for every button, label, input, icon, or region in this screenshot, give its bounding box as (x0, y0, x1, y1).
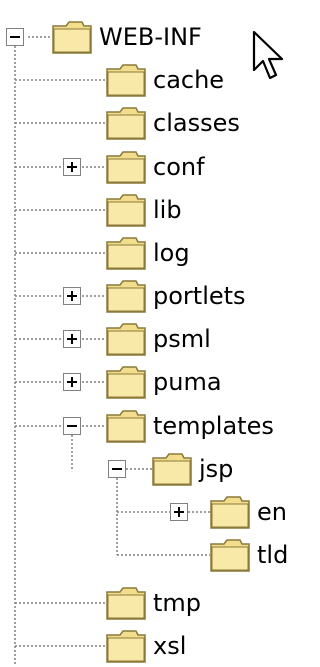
mouse-pointer-icon (252, 30, 284, 80)
tree-item-label: jsp (199, 455, 234, 483)
tree-item-label: log (153, 239, 190, 267)
expand-toggle-en[interactable] (170, 503, 188, 521)
folder-icon (152, 453, 192, 486)
tree-item-label: classes (153, 109, 240, 137)
tree-item-label: psml (153, 325, 211, 353)
folder-icon (106, 366, 146, 399)
folder-tree: WEB-INF cache classes conf lib log portl… (0, 0, 301, 665)
tree-item-label: conf (153, 153, 205, 181)
tree-item-label: xsl (153, 632, 187, 660)
expand-toggle-conf[interactable] (63, 158, 81, 176)
folder-icon (210, 496, 250, 529)
collapse-toggle-templates[interactable] (63, 417, 81, 435)
folder-icon (106, 587, 146, 620)
folder-icon (52, 21, 92, 54)
folder-icon (106, 323, 146, 356)
tree-item-label: cache (153, 66, 225, 94)
tree-item-label: lib (153, 196, 182, 224)
folder-icon (106, 237, 146, 270)
tree-item-label: tmp (153, 589, 202, 617)
folder-icon (106, 64, 146, 97)
folder-icon (106, 410, 146, 443)
expand-toggle-portlets[interactable] (63, 287, 81, 305)
folder-icon (106, 280, 146, 313)
expand-toggle-puma[interactable] (63, 373, 81, 391)
tree-item-label: tld (257, 541, 289, 569)
folder-icon (106, 151, 146, 184)
tree-item-label: WEB-INF (99, 23, 202, 51)
collapse-toggle-jsp[interactable] (108, 460, 126, 478)
folder-icon (106, 194, 146, 227)
folder-icon (106, 630, 146, 663)
collapse-toggle-web-inf[interactable] (6, 28, 24, 46)
tree-connector-lines (14, 36, 210, 665)
expand-toggle-psml[interactable] (63, 330, 81, 348)
tree-item-label: templates (153, 412, 274, 440)
folder-icon (210, 539, 250, 572)
folder-icon (106, 107, 146, 140)
tree-item-label: en (257, 498, 287, 526)
tree-item-label: puma (153, 368, 222, 396)
tree-item-label: portlets (153, 282, 246, 310)
